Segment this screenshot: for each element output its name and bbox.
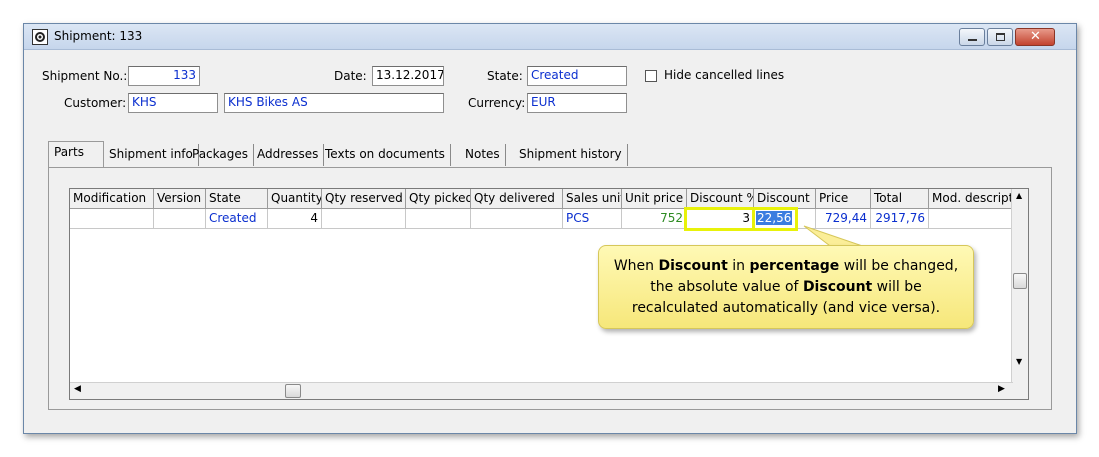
callout-text-2: in bbox=[727, 258, 750, 274]
callout-bold-discount-2: Discount bbox=[802, 279, 873, 295]
callout-bold-percentage: percentage bbox=[749, 258, 840, 274]
callout-pointer bbox=[803, 225, 881, 253]
callout-bold-discount-1: Discount bbox=[658, 258, 728, 274]
discount-callout: When Discount in percentage will be chan… bbox=[598, 245, 974, 329]
callout-text-1: When bbox=[613, 258, 659, 274]
tab-parts[interactable]: Parts bbox=[48, 141, 104, 167]
